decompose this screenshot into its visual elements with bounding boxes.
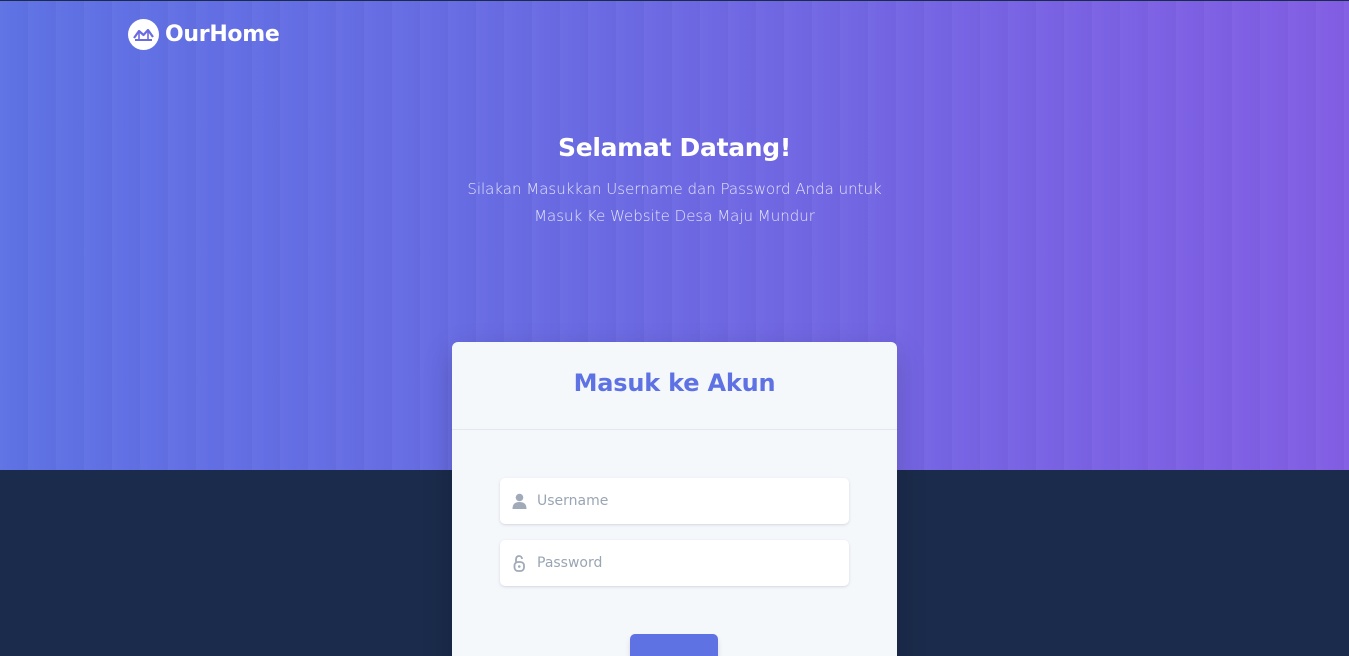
username-input[interactable] — [537, 493, 827, 509]
navbar: OurHome — [128, 18, 280, 50]
welcome-title: Selamat Datang! — [557, 133, 791, 162]
lock-icon — [512, 555, 527, 572]
password-input[interactable] — [537, 555, 827, 571]
user-icon — [512, 493, 527, 509]
username-field[interactable] — [500, 478, 849, 524]
login-card-header: Masuk ke Akun — [452, 342, 897, 430]
login-submit-button[interactable]: Masuk — [630, 634, 718, 656]
password-field[interactable] — [500, 540, 849, 586]
login-card: Masuk ke Akun Masuk — [452, 342, 897, 656]
login-title: Masuk ke Akun — [573, 368, 776, 397]
brand-logo-icon[interactable] — [128, 18, 159, 50]
brand-name[interactable]: OurHome — [165, 22, 280, 47]
welcome-block: Selamat Datang! Silakan Masukkan Usernam… — [0, 133, 1349, 230]
welcome-subtitle: Silakan Masukkan Username dan Password A… — [467, 180, 882, 225]
